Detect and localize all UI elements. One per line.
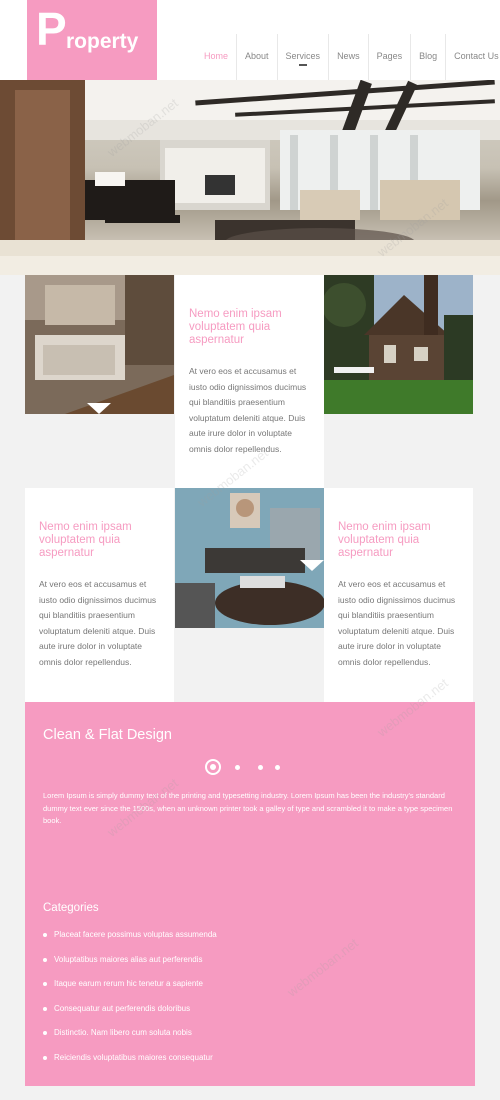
- nav-news-label: News: [337, 51, 360, 61]
- feature-section: Clean & Flat Design Lorem Ipsum is simpl…: [25, 702, 475, 1086]
- lounge-photo: [175, 488, 324, 628]
- feature-paragraph: Lorem Ipsum is simply dummy text of the …: [43, 791, 453, 825]
- category-link[interactable]: Voluptatibus maiores alias aut perferend…: [43, 953, 217, 978]
- categories-list: Placeat facere possimus voluptas assumen…: [43, 928, 217, 1075]
- hero-image: [0, 80, 500, 275]
- category-link[interactable]: Reiciendis voluptatibus maiores consequa…: [43, 1051, 217, 1076]
- slider-dot-active[interactable]: [205, 759, 221, 775]
- slider-pagination: [205, 759, 280, 775]
- card-heading: Nemo enim ipsam voluptatem quia aspernat…: [39, 521, 132, 559]
- grid-photo-lounge: [175, 488, 324, 628]
- card-body: At vero eos et accusamus et iusto odio d…: [338, 579, 456, 667]
- grid-photo-living-room: [25, 275, 174, 414]
- category-link[interactable]: Itaque earum rerum hic tenetur a sapient…: [43, 977, 217, 1002]
- categories-title: Categories: [43, 902, 99, 914]
- nav-contact-label: Contact Us: [454, 51, 499, 61]
- logo-initial: P: [36, 3, 67, 55]
- nav-contact[interactable]: Contact Us: [445, 34, 500, 80]
- category-link[interactable]: Consequatur aut perferendis doloribus: [43, 1002, 217, 1027]
- slider-dot[interactable]: [258, 764, 263, 770]
- house-photo: [324, 275, 473, 414]
- nav-pages-label: Pages: [376, 51, 403, 61]
- pointer-arrow-icon: [87, 403, 111, 414]
- pointer-arrow-icon: [300, 560, 324, 571]
- nav-blog-label: Blog: [419, 51, 438, 61]
- slider-dot[interactable]: [235, 764, 240, 770]
- dropdown-marker-icon: [298, 64, 307, 66]
- slider-dot[interactable]: [275, 764, 280, 770]
- category-link[interactable]: Distinctio. Nam libero cum soluta nobis: [43, 1026, 217, 1051]
- nav-blog[interactable]: Blog: [410, 34, 445, 80]
- nav-home-label: Home: [204, 51, 229, 61]
- card-heading: Nemo enim ipsam voluptatem quia aspernat…: [338, 521, 431, 559]
- living-room-photo: [25, 275, 174, 414]
- main-nav: Home About Services News Pages Blog Cont…: [196, 34, 500, 80]
- header: P roperty Home About Services News Pages…: [0, 0, 500, 80]
- grid-text-card-1: Nemo enim ipsam voluptatem quia aspernat…: [175, 275, 324, 489]
- logo-text: roperty: [66, 30, 139, 53]
- nav-pages[interactable]: Pages: [367, 34, 411, 80]
- card-body: At vero eos et accusamus et iusto odio d…: [189, 366, 307, 454]
- feature-title: Clean & Flat Design: [43, 727, 172, 743]
- category-link[interactable]: Placeat facere possimus voluptas assumen…: [43, 928, 217, 953]
- site-logo[interactable]: P roperty: [27, 0, 157, 80]
- living-room-illustration: [0, 80, 500, 275]
- grid-photo-house: [324, 275, 473, 414]
- nav-services[interactable]: Services: [276, 34, 329, 80]
- nav-about[interactable]: About: [236, 34, 277, 80]
- card-heading: Nemo enim ipsam voluptatem quia aspernat…: [189, 308, 282, 346]
- nav-services-label: Services: [285, 51, 321, 61]
- nav-home[interactable]: Home: [196, 34, 236, 80]
- nav-about-label: About: [245, 51, 269, 61]
- grid-text-card-3: Nemo enim ipsam voluptatem quia aspernat…: [324, 488, 473, 702]
- grid-text-card-2: Nemo enim ipsam voluptatem quia aspernat…: [25, 488, 174, 702]
- nav-news[interactable]: News: [328, 34, 368, 80]
- card-body: At vero eos et accusamus et iusto odio d…: [39, 579, 157, 667]
